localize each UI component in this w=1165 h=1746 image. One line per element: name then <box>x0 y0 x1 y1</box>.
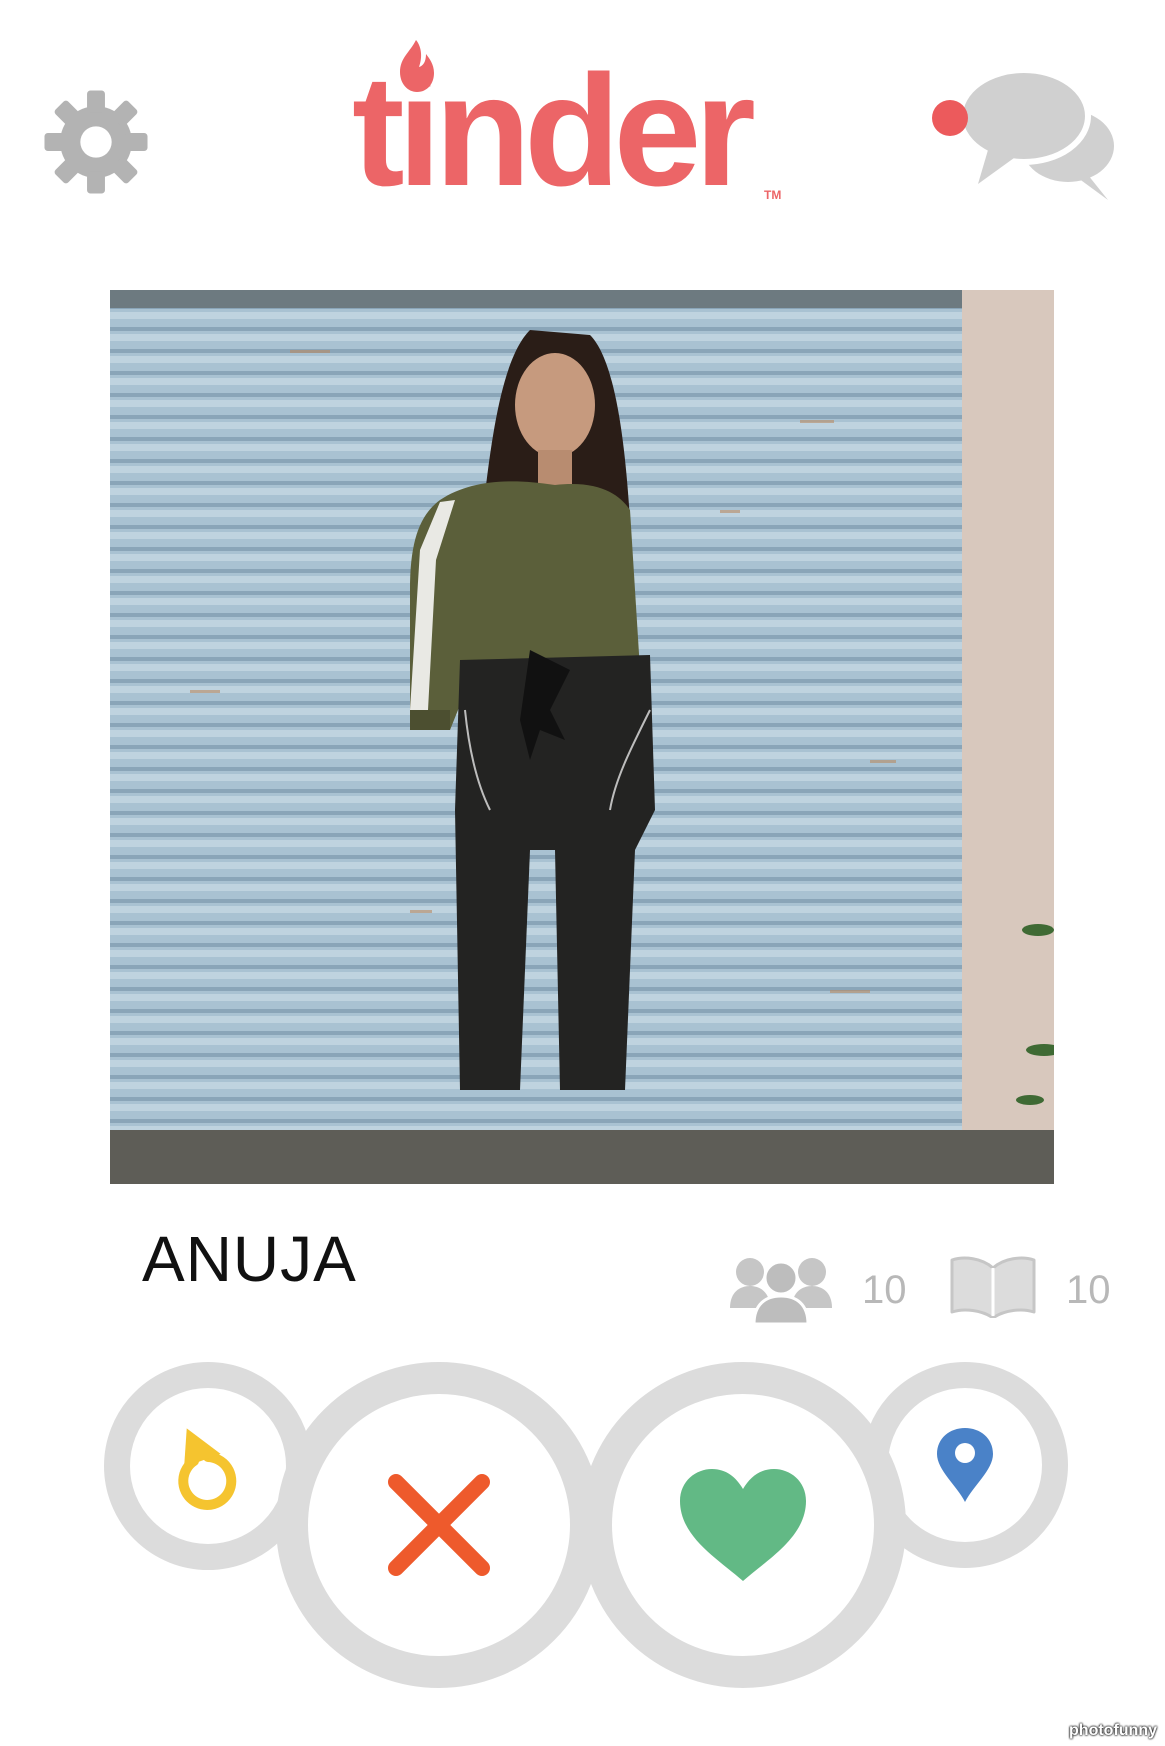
mutual-friends-icon <box>726 1254 838 1326</box>
messages-button[interactable] <box>928 66 1128 206</box>
settings-button[interactable] <box>40 86 152 198</box>
nope-button[interactable] <box>276 1362 602 1688</box>
x-icon <box>388 1474 490 1576</box>
location-pin-icon <box>937 1428 993 1502</box>
trademark-mark: TM <box>764 188 782 202</box>
logo-text: tinder <box>352 43 756 219</box>
like-button[interactable] <box>580 1362 906 1688</box>
gear-icon <box>44 90 148 194</box>
rewind-icon <box>178 1428 237 1510</box>
interests-count: 10 <box>1066 1268 1111 1312</box>
chat-bubbles-icon <box>932 67 1114 200</box>
profile-photo[interactable] <box>110 290 1054 1184</box>
heart-icon <box>680 1469 806 1581</box>
tinder-logo: tinder TM <box>352 38 792 219</box>
mutual-friends-count: 10 <box>862 1268 907 1312</box>
profile-name: ANUJA <box>142 1223 357 1295</box>
book-icon <box>948 1254 1038 1320</box>
watermark: photofunny <box>1069 1722 1157 1739</box>
unread-dot <box>932 100 968 136</box>
